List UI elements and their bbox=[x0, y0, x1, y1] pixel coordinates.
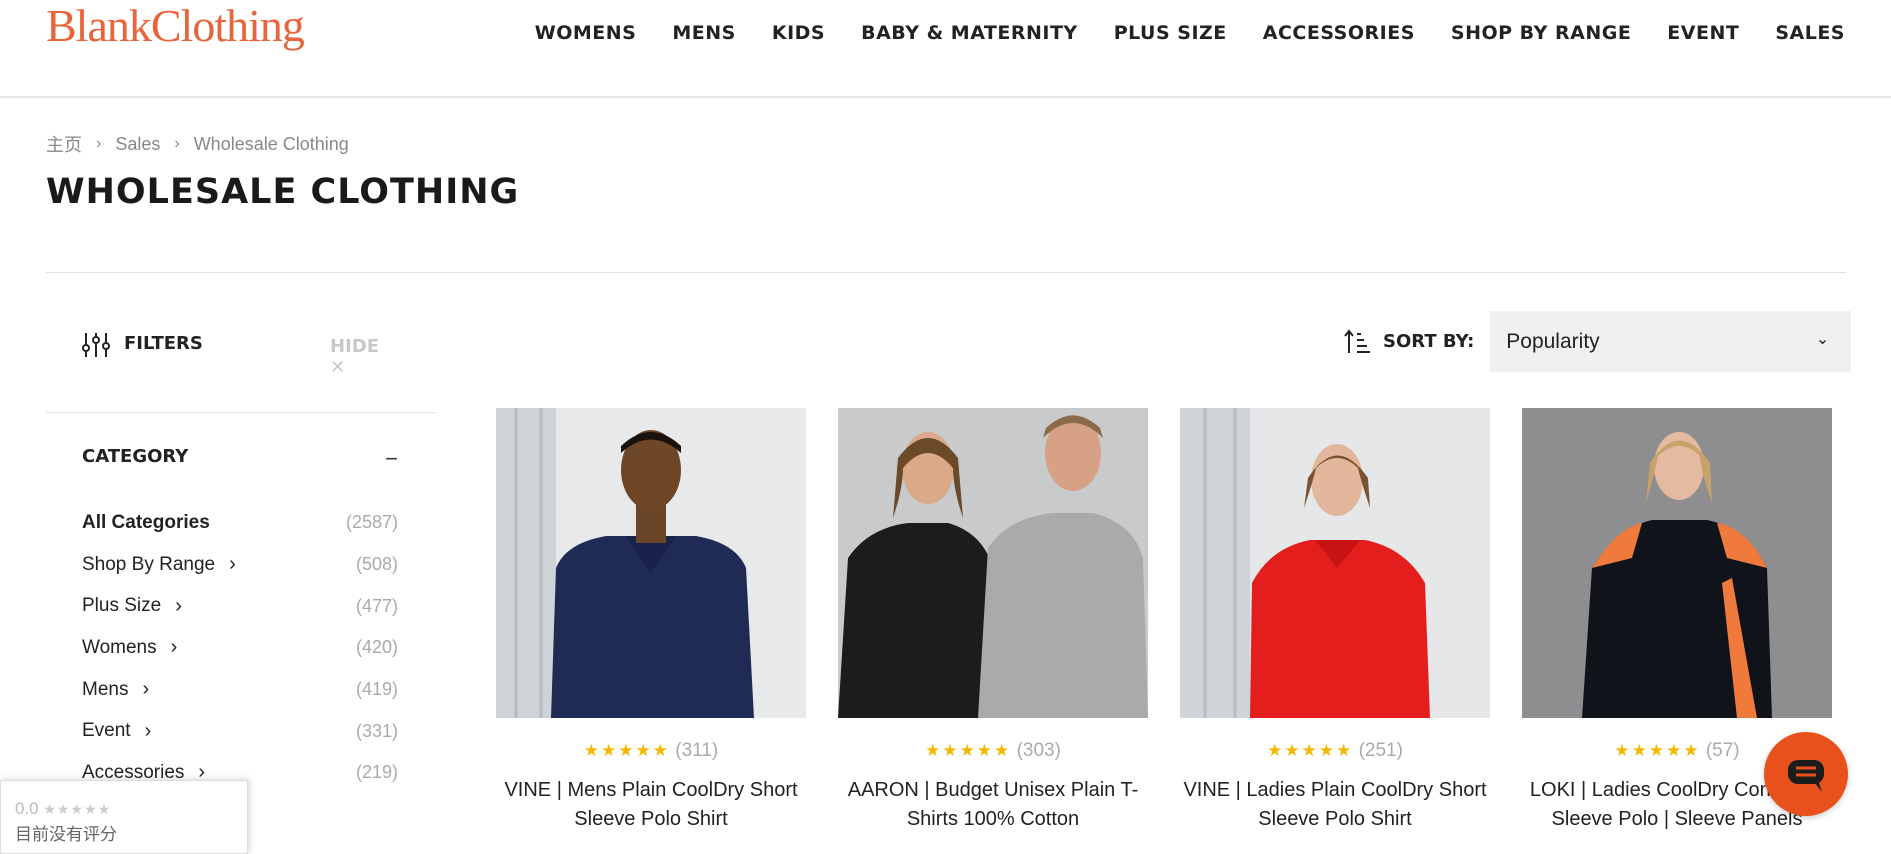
sort-label: SORT BY: bbox=[1383, 331, 1475, 352]
breadcrumb-current: Wholesale Clothing bbox=[193, 133, 349, 154]
chat-button[interactable] bbox=[1764, 732, 1848, 816]
product-card[interactable]: ★★★★★ (303) AARON | Budget Unisex Plain … bbox=[838, 408, 1148, 834]
filters-label: FILTERS bbox=[124, 333, 203, 354]
nav-sales[interactable]: SALES bbox=[1775, 22, 1845, 44]
hide-filters-button[interactable]: HIDE ✕ bbox=[330, 336, 396, 378]
product-name[interactable]: VINE | Mens Plain CoolDry Short Sleeve P… bbox=[496, 776, 806, 834]
product-name[interactable]: VINE | Ladies Plain CoolDry Short Sleeve… bbox=[1180, 776, 1490, 834]
review-score: 0.0 ★★★★★ bbox=[15, 799, 247, 819]
category-count: (508) bbox=[355, 554, 398, 575]
chevron-right-icon: › bbox=[174, 135, 180, 152]
main-nav: WOMENS MENS KIDS BABY & MATERNITY PLUS S… bbox=[499, 22, 1845, 44]
product-name[interactable]: AARON | Budget Unisex Plain T-Shirts 100… bbox=[838, 776, 1148, 834]
star-rating-icon: ★★★★★ bbox=[1267, 741, 1354, 760]
chevron-right-icon[interactable]: › bbox=[175, 595, 182, 618]
chevron-down-icon: ⌄ bbox=[1815, 331, 1830, 348]
product-image[interactable] bbox=[1522, 408, 1832, 718]
star-rating-icon: ★★★★★ bbox=[1614, 741, 1701, 760]
category-label: Shop By Range bbox=[82, 553, 216, 575]
close-icon: ✕ bbox=[330, 357, 346, 378]
review-badge[interactable]: 0.0 ★★★★★ 目前没有评分 bbox=[0, 780, 248, 854]
product-image[interactable] bbox=[496, 408, 806, 718]
sort-select[interactable]: Popularity ⌄ bbox=[1490, 311, 1852, 372]
product-rating: ★★★★★ (303) bbox=[838, 740, 1148, 762]
category-label: Mens bbox=[82, 678, 129, 700]
nav-womens[interactable]: WOMENS bbox=[535, 22, 637, 44]
category-header: CATEGORY − bbox=[82, 446, 398, 471]
divider bbox=[46, 412, 436, 413]
chevron-right-icon[interactable]: › bbox=[142, 678, 149, 701]
nav-baby-maternity[interactable]: BABY & MATERNITY bbox=[861, 22, 1078, 44]
category-label: Womens bbox=[82, 636, 157, 658]
star-rating-icon: ★★★★★ bbox=[583, 741, 670, 760]
sliders-icon bbox=[82, 333, 110, 357]
breadcrumb: 主页 › Sales › Wholesale Clothing bbox=[46, 131, 349, 157]
nav-plus-size[interactable]: PLUS SIZE bbox=[1114, 22, 1227, 44]
product-image[interactable] bbox=[838, 408, 1148, 718]
category-list: All Categories (2587) Shop By Range › (5… bbox=[82, 502, 398, 794]
review-score-value: 0.0 bbox=[15, 799, 39, 818]
product-rating: ★★★★★ (251) bbox=[1180, 740, 1490, 762]
chevron-right-icon[interactable]: › bbox=[229, 553, 236, 576]
collapse-icon[interactable]: − bbox=[385, 446, 398, 472]
review-count: (303) bbox=[1016, 740, 1061, 761]
chevron-right-icon: › bbox=[96, 135, 102, 152]
category-count: (419) bbox=[355, 679, 398, 700]
breadcrumb-sales[interactable]: Sales bbox=[115, 134, 160, 155]
category-label: All Categories bbox=[82, 511, 210, 533]
category-label: Plus Size bbox=[82, 595, 162, 617]
page-title: WHOLESALE CLOTHING bbox=[46, 172, 520, 212]
category-title: CATEGORY bbox=[82, 446, 189, 467]
category-item-shop-by-range[interactable]: Shop By Range › (508) bbox=[82, 544, 398, 586]
review-count: (251) bbox=[1358, 740, 1403, 761]
product-image[interactable] bbox=[1180, 408, 1490, 718]
review-empty-text: 目前没有评分 bbox=[15, 825, 117, 844]
nav-shop-by-range[interactable]: SHOP BY RANGE bbox=[1451, 22, 1631, 44]
site-header: BlankClothing WOMENS MENS KIDS BABY & MA… bbox=[0, 0, 1891, 98]
star-rating-icon: ★★★★★ bbox=[43, 801, 112, 817]
hide-label: HIDE bbox=[330, 336, 379, 357]
category-count: (420) bbox=[355, 637, 398, 658]
category-count: (219) bbox=[355, 762, 398, 783]
category-label: Event bbox=[82, 720, 131, 742]
chat-bubble-icon bbox=[1788, 760, 1824, 792]
category-item-plus-size[interactable]: Plus Size › (477) bbox=[82, 585, 398, 627]
category-item-mens[interactable]: Mens › (419) bbox=[82, 669, 398, 711]
nav-event[interactable]: EVENT bbox=[1667, 22, 1739, 44]
product-card[interactable]: ★★★★★ (311) VINE | Mens Plain CoolDry Sh… bbox=[496, 408, 806, 834]
category-item-all[interactable]: All Categories (2587) bbox=[82, 502, 398, 544]
product-card[interactable]: ★★★★★ (251) VINE | Ladies Plain CoolDry … bbox=[1180, 408, 1490, 834]
chevron-right-icon[interactable]: › bbox=[145, 720, 152, 743]
nav-accessories[interactable]: ACCESSORIES bbox=[1263, 22, 1415, 44]
sort-value: Popularity bbox=[1506, 329, 1600, 353]
category-count: (2587) bbox=[345, 512, 398, 533]
nav-kids[interactable]: KIDS bbox=[772, 22, 825, 44]
category-count: (477) bbox=[355, 595, 398, 616]
filters-header: FILTERS HIDE ✕ bbox=[82, 330, 396, 378]
category-item-womens[interactable]: Womens › (420) bbox=[82, 627, 398, 669]
star-rating-icon: ★★★★★ bbox=[925, 741, 1012, 760]
product-rating: ★★★★★ (311) bbox=[496, 740, 806, 762]
breadcrumb-home[interactable]: 主页 bbox=[46, 131, 82, 157]
brand-logo[interactable]: BlankClothing bbox=[46, 0, 305, 52]
review-count: (57) bbox=[1705, 740, 1740, 761]
category-item-event[interactable]: Event › (331) bbox=[82, 710, 398, 752]
review-count: (311) bbox=[675, 740, 719, 761]
sort-icon bbox=[1344, 328, 1370, 353]
sort-control: SORT BY: Popularity ⌄ bbox=[1343, 311, 1852, 372]
divider bbox=[46, 272, 1846, 273]
chevron-right-icon[interactable]: › bbox=[171, 636, 178, 659]
nav-mens[interactable]: MENS bbox=[672, 22, 735, 44]
category-count: (331) bbox=[355, 720, 398, 741]
